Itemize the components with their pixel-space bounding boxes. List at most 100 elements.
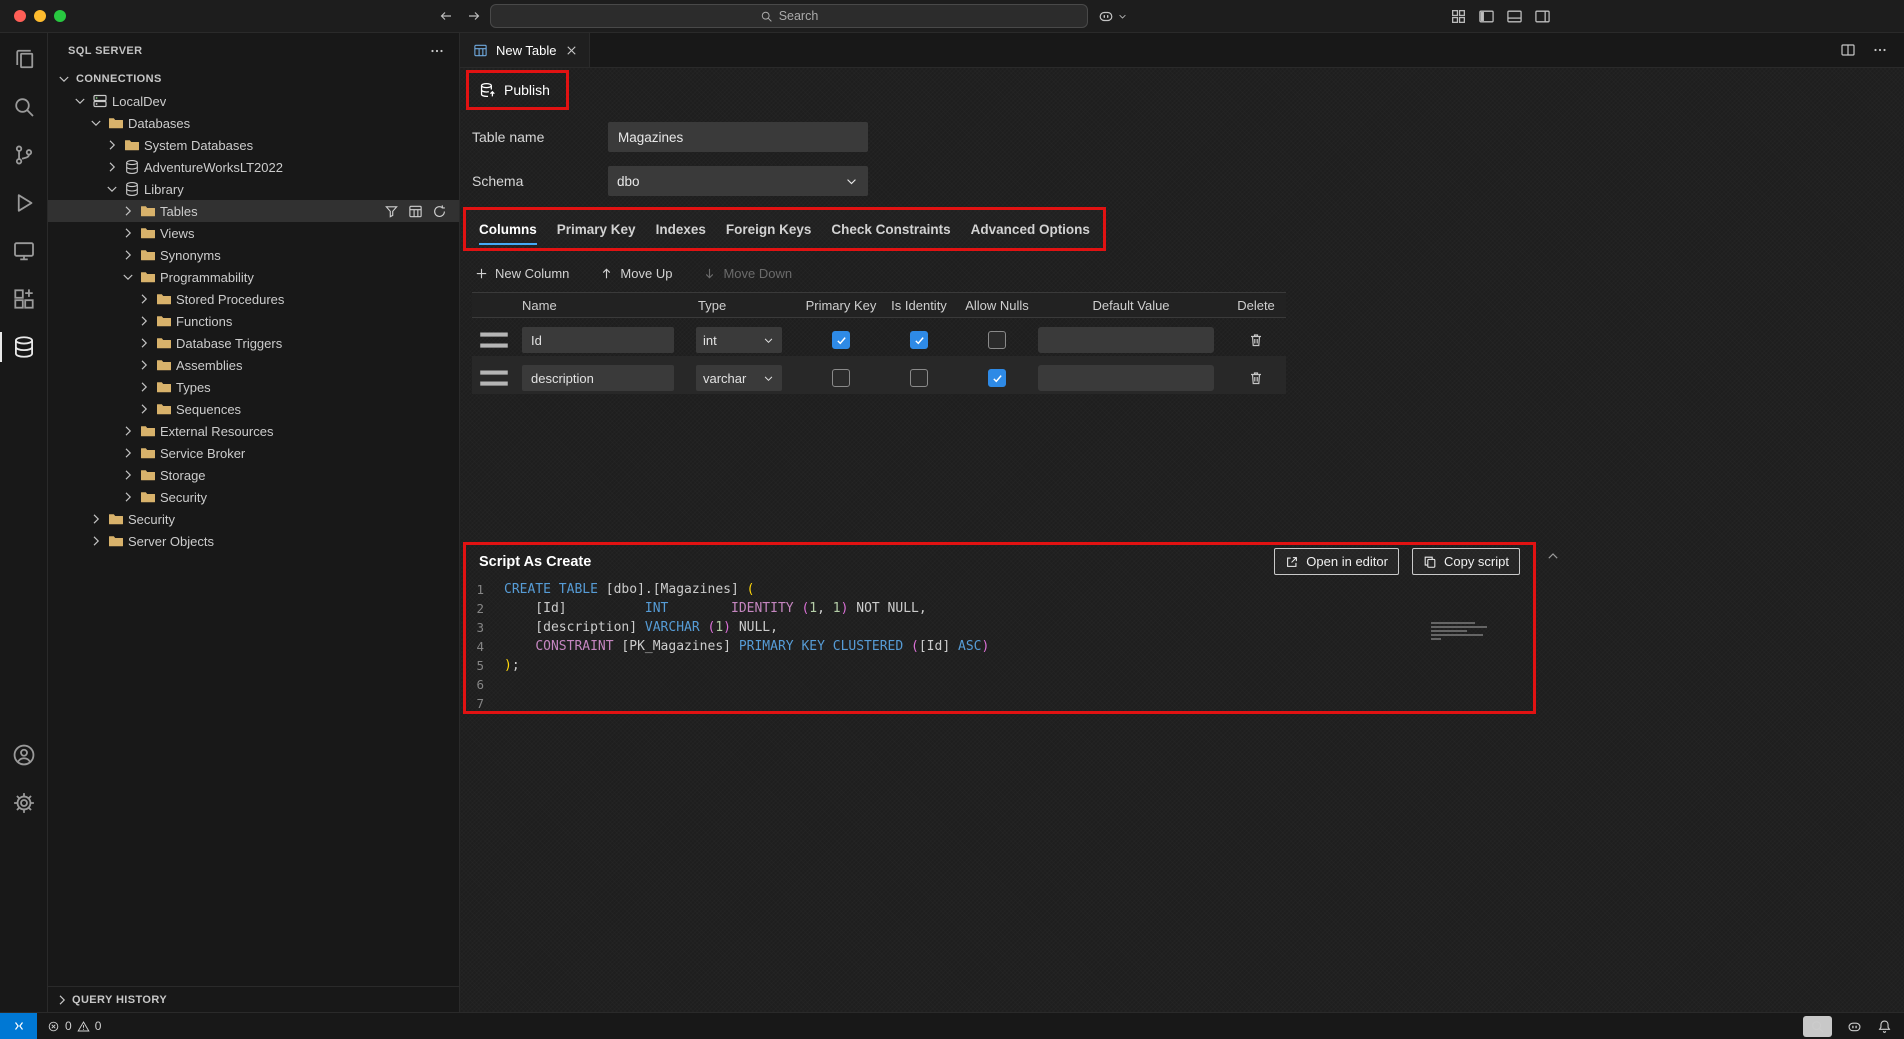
tree-item-security[interactable]: Security [48, 486, 459, 508]
activity-sql-server-button[interactable] [0, 323, 47, 371]
close-tab-button[interactable] [564, 43, 579, 58]
query-history-section[interactable]: QUERY HISTORY [48, 986, 459, 1012]
primary-key-checkbox[interactable] [832, 369, 850, 387]
tree-item-views[interactable]: Views [48, 222, 459, 244]
allow-nulls-checkbox[interactable] [988, 369, 1006, 387]
tree-item-actions [384, 204, 451, 219]
forward-button[interactable] [466, 8, 482, 24]
tree-item-adventureworkslt2022[interactable]: AdventureWorksLT2022 [48, 156, 459, 178]
designer-tab-advanced-options[interactable]: Advanced Options [961, 210, 1100, 248]
table-icon[interactable] [408, 204, 423, 219]
folder-icon [140, 269, 156, 285]
back-button[interactable] [438, 8, 454, 24]
column-name-input[interactable] [522, 365, 674, 391]
tree-item-label: Assemblies [176, 358, 242, 373]
chevron-right-icon [136, 357, 152, 373]
command-center-search[interactable]: Search [490, 4, 1088, 28]
zoom-status-button[interactable] [1803, 1016, 1832, 1037]
toggle-secondary-sidebar-button[interactable] [1534, 8, 1551, 25]
designer-tab-primary-key[interactable]: Primary Key [547, 210, 646, 248]
chevron-right-icon [136, 335, 152, 351]
tree-item-databases[interactable]: Databases [48, 112, 459, 134]
tree-item-assemblies[interactable]: Assemblies [48, 354, 459, 376]
is-identity-checkbox[interactable] [910, 369, 928, 387]
designer-tab-indexes[interactable]: Indexes [646, 210, 716, 248]
folder-icon [124, 137, 140, 153]
script-code-area[interactable]: 1CREATE TABLE [dbo].[Magazines] (2 [Id] … [466, 578, 1533, 711]
drag-handle[interactable] [472, 356, 516, 400]
designer-tab-check-constraints[interactable]: Check Constraints [821, 210, 960, 248]
copilot-status-button[interactable] [1847, 1019, 1862, 1034]
new-column-button[interactable]: New Column [474, 266, 569, 281]
tree-item-types[interactable]: Types [48, 376, 459, 398]
tree-item-database-triggers[interactable]: Database Triggers [48, 332, 459, 354]
tree-item-system-databases[interactable]: System Databases [48, 134, 459, 156]
tree-item-functions[interactable]: Functions [48, 310, 459, 332]
column-type-select[interactable]: int [696, 327, 782, 353]
default-value-input[interactable] [1038, 327, 1214, 353]
tree-item-server-objects[interactable]: Server Objects [48, 530, 459, 552]
publish-button[interactable]: Publish [471, 75, 564, 105]
tree-item-external-resources[interactable]: External Resources [48, 420, 459, 442]
activity-extensions-button[interactable] [0, 275, 47, 323]
is-identity-checkbox[interactable] [910, 331, 928, 349]
activity-explorer-button[interactable] [0, 35, 47, 83]
copilot-menu-button[interactable] [1098, 4, 1128, 28]
tree-item-storage[interactable]: Storage [48, 464, 459, 486]
tree-item-connections[interactable]: CONNECTIONS [48, 68, 459, 90]
sidebar-more-actions-button[interactable] [429, 43, 445, 59]
activity-settings-button[interactable] [0, 779, 47, 827]
allow-nulls-checkbox[interactable] [988, 331, 1006, 349]
designer-tab-columns[interactable]: Columns [469, 210, 547, 248]
tree-item-service-broker[interactable]: Service Broker [48, 442, 459, 464]
customize-layout-button[interactable] [1450, 8, 1467, 25]
tree-item-synonyms[interactable]: Synonyms [48, 244, 459, 266]
code-line-5: 5); [466, 656, 1533, 675]
notifications-bell-button[interactable] [1877, 1019, 1892, 1034]
editor-more-actions-button[interactable] [1872, 42, 1888, 58]
activity-run-debug-button[interactable] [0, 179, 47, 227]
code-line-2: 2 [Id] INT IDENTITY (1, 1) NOT NULL, [466, 599, 1533, 618]
column-name-input[interactable] [522, 327, 674, 353]
copy-script-button[interactable]: Copy script [1412, 548, 1520, 575]
chevron-right-icon [54, 992, 70, 1008]
refresh-icon[interactable] [432, 204, 447, 219]
zoom-window-button[interactable] [54, 10, 66, 22]
primary-key-checkbox[interactable] [832, 331, 850, 349]
minimize-window-button[interactable] [34, 10, 46, 22]
schema-select[interactable]: dbo [608, 166, 868, 196]
designer-tab-foreign-keys[interactable]: Foreign Keys [716, 210, 822, 248]
tree-item-tables[interactable]: Tables [48, 200, 459, 222]
delete-row-button[interactable] [1248, 370, 1264, 386]
default-value-input[interactable] [1038, 365, 1214, 391]
tree-item-security[interactable]: Security [48, 508, 459, 530]
remote-indicator-button[interactable] [0, 1013, 37, 1039]
move-up-button[interactable]: Move Up [599, 266, 672, 281]
delete-row-button[interactable] [1248, 332, 1264, 348]
close-window-button[interactable] [14, 10, 26, 22]
open-in-editor-button[interactable]: Open in editor [1274, 548, 1399, 575]
activity-account-button[interactable] [0, 731, 47, 779]
tree-item-sequences[interactable]: Sequences [48, 398, 459, 420]
tree-item-programmability[interactable]: Programmability [48, 266, 459, 288]
split-editor-button[interactable] [1840, 42, 1856, 58]
activity-search-button[interactable] [0, 83, 47, 131]
scroll-up-button[interactable] [1545, 548, 1561, 564]
toggle-panel-button[interactable] [1506, 8, 1523, 25]
chevron-right-icon [88, 533, 104, 549]
filter-icon[interactable] [384, 204, 399, 219]
column-type-select[interactable]: varchar [696, 365, 782, 391]
tree-item-library[interactable]: Library [48, 178, 459, 200]
chevron-right-icon [136, 379, 152, 395]
activity-remote-explorer-button[interactable] [0, 227, 47, 275]
arrow-up-icon [599, 266, 614, 281]
tree-item-localdev[interactable]: LocalDev [48, 90, 459, 112]
tree-item-stored-procedures[interactable]: Stored Procedures [48, 288, 459, 310]
table-name-input[interactable] [608, 122, 868, 152]
problems-status[interactable]: 0 0 [47, 1019, 101, 1033]
folder-icon [140, 489, 156, 505]
tab-new-table[interactable]: New Table [460, 33, 590, 67]
toggle-sidebar-button[interactable] [1478, 8, 1495, 25]
activity-source-control-button[interactable] [0, 131, 47, 179]
move-down-button[interactable]: Move Down [702, 266, 792, 281]
